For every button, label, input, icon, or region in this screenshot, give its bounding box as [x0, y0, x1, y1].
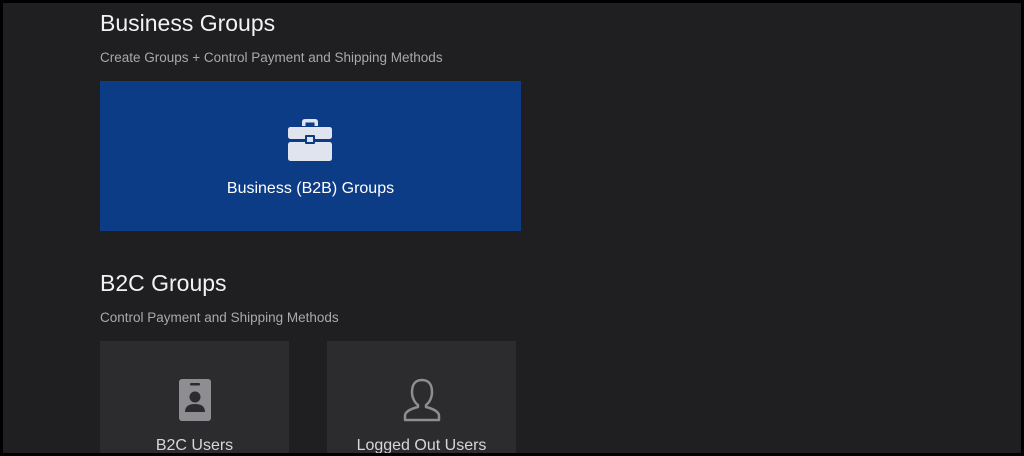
logged-out-users-label: Logged Out Users	[356, 437, 487, 453]
business-b2b-groups-tile[interactable]: Business (B2B) Groups	[100, 81, 521, 231]
logged-out-users-tile[interactable]: Logged Out Users	[327, 341, 516, 453]
page-frame: Business Groups Create Groups + Control …	[3, 3, 1021, 453]
business-b2b-groups-label: Business (B2B) Groups	[226, 180, 395, 197]
briefcase-icon	[288, 119, 332, 161]
b2c-users-tile[interactable]: B2C Users	[100, 341, 289, 453]
business-groups-subtitle: Create Groups + Control Payment and Ship…	[100, 50, 443, 65]
b2c-groups-subtitle: Control Payment and Shipping Methods	[100, 310, 339, 325]
b2c-groups-title: B2C Groups	[100, 270, 227, 296]
id-badge-icon	[178, 379, 211, 421]
b2c-users-label: B2C Users	[155, 437, 234, 453]
user-outline-icon	[403, 378, 440, 422]
business-groups-title: Business Groups	[100, 10, 276, 36]
